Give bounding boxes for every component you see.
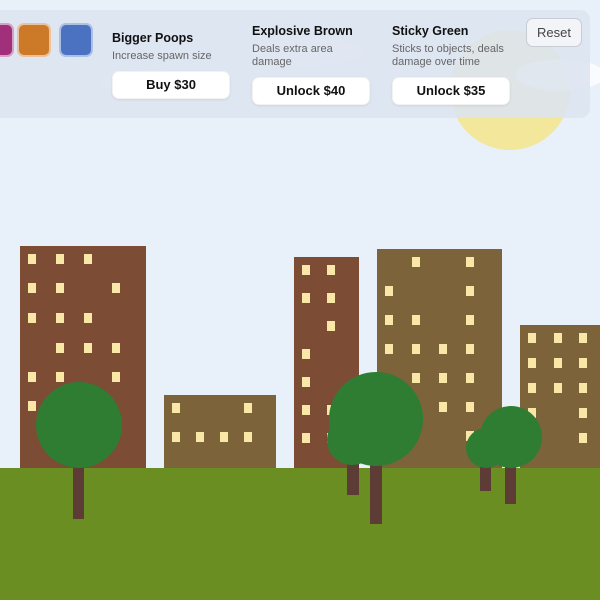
tree-trunk — [505, 462, 516, 504]
tree-trunk — [73, 460, 84, 519]
tree-foliage — [36, 382, 122, 468]
orange-swatch[interactable] — [17, 23, 51, 57]
tree-foliage — [480, 406, 542, 468]
upgrade-title: Bigger Poops — [112, 31, 194, 45]
upgrade-title: Sticky Green — [392, 24, 469, 38]
upgrade-sticky-green: Sticky Green Sticks to objects, deals da… — [392, 24, 520, 105]
upgrade-description: Sticks to objects, deals damage over tim… — [392, 43, 504, 68]
tree-trunk — [370, 462, 382, 524]
upgrade-description: Deals extra area damage — [252, 43, 333, 68]
magenta-swatch[interactable] — [0, 23, 14, 57]
blue-swatch[interactable] — [59, 23, 93, 57]
tree-trunk — [347, 462, 359, 495]
upgrade-title: Explosive Brown — [252, 24, 353, 38]
tree-foliage — [329, 372, 423, 466]
building — [164, 395, 276, 468]
upgrade-bigger-poops: Bigger Poops Increase spawn size Buy $30 — [112, 31, 240, 99]
upgrade-explosive-brown: Explosive Brown Deals extra area damage … — [252, 24, 380, 105]
unlock-button[interactable]: Unlock $35 — [392, 77, 510, 105]
unlock-button[interactable]: Unlock $40 — [252, 77, 370, 105]
buy-button[interactable]: Buy $30 — [112, 71, 230, 99]
reset-button[interactable]: Reset — [526, 18, 582, 47]
